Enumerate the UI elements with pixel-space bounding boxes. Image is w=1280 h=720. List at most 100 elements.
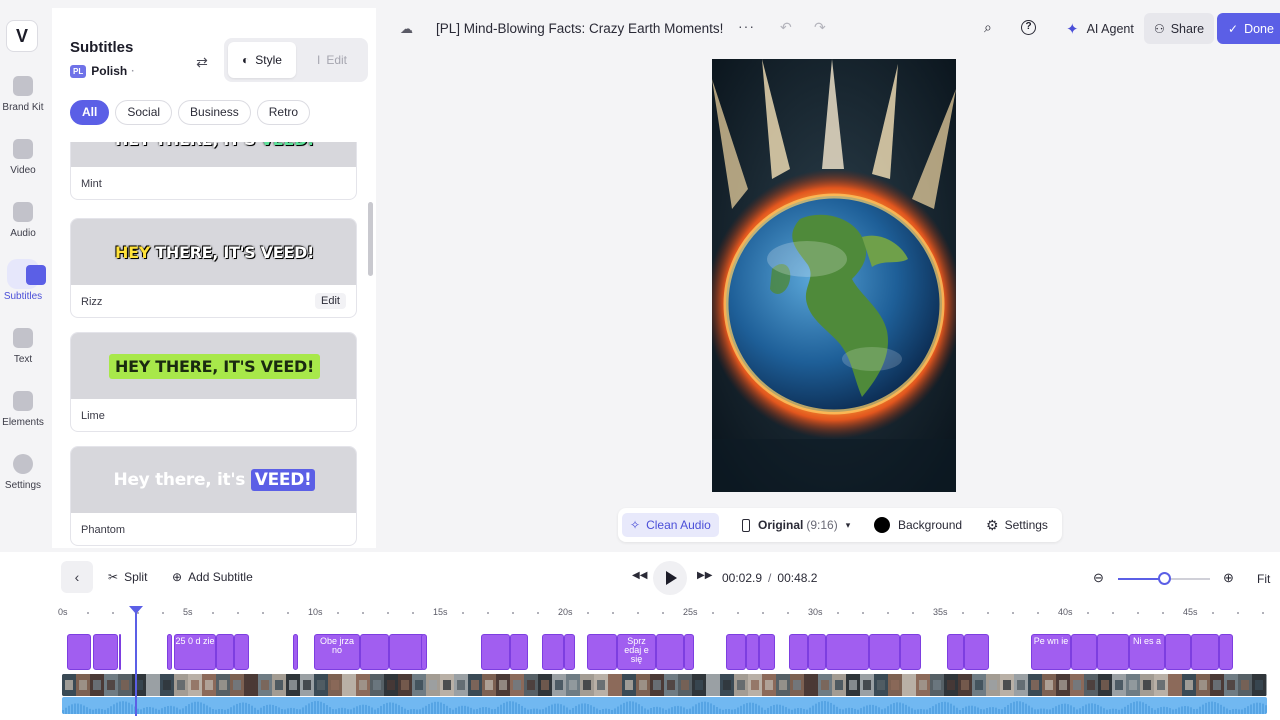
- filter-settings-icon[interactable]: ⇄: [192, 52, 212, 72]
- share-button[interactable]: ⚇ Share: [1144, 13, 1214, 44]
- zoom-slider[interactable]: [1118, 572, 1210, 585]
- subtitle-clip[interactable]: [234, 634, 249, 670]
- ruler-tick: [262, 612, 264, 614]
- project-title[interactable]: [PL] Mind-Blowing Facts: Crazy Earth Mom…: [436, 21, 723, 36]
- veed-logo[interactable]: V: [6, 20, 38, 52]
- subtitle-clip[interactable]: Ni es a: [1129, 634, 1165, 670]
- subtitle-clip[interactable]: [656, 634, 684, 670]
- language-selector[interactable]: PL Polish ·: [70, 64, 135, 78]
- subtitle-clip[interactable]: [964, 634, 989, 670]
- rail-item-video[interactable]: Video: [0, 139, 46, 176]
- subtitle-clip[interactable]: [789, 634, 808, 670]
- zoom-handle[interactable]: [1158, 572, 1171, 585]
- zoom-fit-button[interactable]: Fit: [1257, 572, 1270, 586]
- aspect-ratio: (9:16): [806, 518, 838, 532]
- subtitle-clip[interactable]: [389, 634, 425, 670]
- subtitle-clip[interactable]: [869, 634, 900, 670]
- collapse-button[interactable]: ‹: [61, 561, 93, 593]
- subtitle-clip[interactable]: [360, 634, 389, 670]
- chip-all[interactable]: All: [70, 100, 110, 125]
- play-button[interactable]: [653, 561, 687, 595]
- help-icon[interactable]: ?: [1021, 20, 1036, 35]
- rail-item-subtitles[interactable]: Subtitles: [0, 259, 46, 302]
- subtitle-clip[interactable]: [826, 634, 869, 670]
- tab-style[interactable]: ◐ Style: [228, 42, 296, 78]
- redo-icon[interactable]: ↷: [814, 19, 826, 36]
- rail-item-audio[interactable]: Audio: [0, 202, 46, 239]
- subtitle-clip[interactable]: [510, 634, 528, 670]
- chip-retro[interactable]: Retro: [256, 100, 311, 125]
- subtitle-clip[interactable]: [93, 634, 118, 670]
- split-button[interactable]: ✂ Split: [108, 570, 147, 584]
- rail-label: Audio: [10, 228, 36, 239]
- rail-item-text[interactable]: Text: [0, 328, 46, 365]
- subtitle-clip[interactable]: [684, 634, 694, 670]
- add-subtitle-label: Add Subtitle: [188, 570, 253, 584]
- undo-icon[interactable]: ↶: [780, 19, 792, 36]
- subtitle-clip[interactable]: [1165, 634, 1191, 670]
- subtitle-clip[interactable]: 25 0 d zie: [174, 634, 216, 670]
- subtitle-clip[interactable]: [293, 634, 298, 670]
- search-icon[interactable]: ⌕: [984, 19, 992, 36]
- subtitle-track: 25 0 d zie Obe jrza no Sprz edaj e się Pe w…: [0, 634, 1280, 670]
- style-preview: Hey there, it's VEED!: [71, 447, 356, 513]
- gear-icon: ⚙: [986, 516, 999, 533]
- rewind-icon[interactable]: ◀◀: [632, 570, 647, 581]
- clean-audio-button[interactable]: ✧ Clean Audio: [622, 513, 719, 537]
- style-card-rizz[interactable]: HEY THERE, IT'S VEED! Rizz Edit: [70, 218, 357, 318]
- zoom-in-icon[interactable]: ⊕: [1223, 570, 1234, 586]
- subtitle-clip[interactable]: [900, 634, 921, 670]
- time-ruler[interactable]: 0s 5s 10s 15s 20s 25s 30s 35s 40s 45s: [0, 606, 1280, 622]
- rail-item-settings[interactable]: Settings: [0, 454, 46, 491]
- playhead[interactable]: [129, 606, 143, 716]
- add-subtitle-button[interactable]: ⊕ Add Subtitle: [172, 570, 253, 584]
- background-label: Background: [898, 518, 963, 532]
- background-button[interactable]: Background: [874, 513, 962, 537]
- subtitle-clip[interactable]: Obe jrza no: [314, 634, 360, 670]
- subtitle-clip[interactable]: [726, 634, 746, 670]
- more-options-icon[interactable]: ···: [738, 18, 755, 34]
- subtitle-clip[interactable]: Pe wn ie: [1031, 634, 1071, 670]
- video-track[interactable]: [62, 674, 1267, 696]
- style-card-phantom[interactable]: Hey there, it's VEED! Phantom: [70, 446, 357, 546]
- fast-forward-icon[interactable]: ▶▶: [697, 570, 712, 581]
- zoom-out-icon[interactable]: ⊖: [1093, 570, 1104, 586]
- ai-agent-button[interactable]: ✦ AI Agent: [1056, 14, 1144, 44]
- subtitle-clip[interactable]: [481, 634, 510, 670]
- aspect-ratio-selector[interactable]: Original (9:16) ▾: [742, 513, 850, 537]
- subtitle-clip[interactable]: [421, 634, 427, 670]
- subtitle-clip[interactable]: Sprz edaj e się: [617, 634, 656, 670]
- done-button[interactable]: ✓ Done: [1217, 13, 1280, 44]
- subtitle-clip[interactable]: [1097, 634, 1129, 670]
- audio-track[interactable]: [62, 697, 1267, 714]
- style-card-lime[interactable]: HEY THERE, IT'S VEED! Lime: [70, 332, 357, 432]
- subtitle-clip[interactable]: [947, 634, 964, 670]
- tab-edit[interactable]: I Edit: [300, 42, 364, 78]
- subtitle-clip[interactable]: [564, 634, 575, 670]
- preview-toolbar: ✧ Clean Audio Original (9:16) ▾ Backgrou…: [618, 508, 1062, 542]
- subtitle-clip[interactable]: [119, 634, 121, 670]
- rail-item-brand-kit[interactable]: Brand Kit: [0, 76, 46, 113]
- subtitle-clip[interactable]: [587, 634, 617, 670]
- chip-business[interactable]: Business: [178, 100, 251, 125]
- style-edit-toggle: ◐ Style I Edit: [224, 38, 368, 82]
- subtitle-clip[interactable]: [808, 634, 826, 670]
- panel-scrollbar[interactable]: [368, 202, 373, 276]
- settings-button[interactable]: ⚙ Settings: [986, 513, 1048, 537]
- video-preview[interactable]: [712, 59, 956, 492]
- subtitle-clip[interactable]: [542, 634, 564, 670]
- video-icon: [13, 139, 33, 159]
- subtitle-clip[interactable]: [67, 634, 91, 670]
- subtitle-clip[interactable]: [1071, 634, 1097, 670]
- subtitle-clip[interactable]: [746, 634, 759, 670]
- subtitle-clip[interactable]: [1191, 634, 1219, 670]
- subtitle-clip[interactable]: [167, 634, 172, 670]
- chevron-down-icon: ·: [131, 65, 135, 77]
- subtitle-clip[interactable]: [759, 634, 775, 670]
- edit-style-button[interactable]: Edit: [315, 293, 346, 309]
- rail-item-elements[interactable]: Elements: [0, 391, 46, 428]
- ruler-tick: [87, 612, 89, 614]
- subtitle-clip[interactable]: [216, 634, 234, 670]
- subtitle-clip[interactable]: [1219, 634, 1233, 670]
- chip-social[interactable]: Social: [115, 100, 173, 125]
